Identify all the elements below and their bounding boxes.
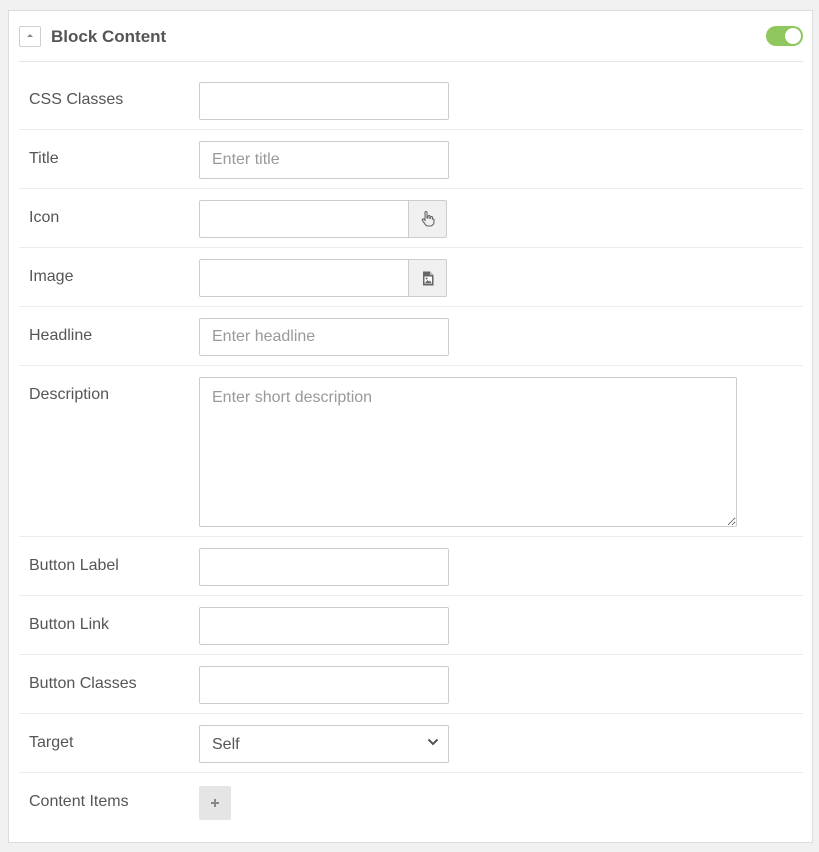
icon-picker-button[interactable] (408, 200, 447, 238)
headline-label: Headline (29, 327, 93, 344)
css-classes-label: CSS Classes (29, 91, 124, 108)
content-items-label: Content Items (29, 793, 129, 810)
row-content-items: Content Items (19, 773, 803, 843)
target-label: Target (29, 734, 74, 751)
panel-title: Block Content (51, 27, 167, 46)
description-label: Description (29, 386, 110, 403)
button-classes-input[interactable] (199, 666, 449, 704)
image-picker-button[interactable] (408, 259, 447, 297)
image-label: Image (29, 268, 74, 285)
button-classes-label: Button Classes (29, 675, 137, 692)
row-button-label: Button Label (19, 537, 803, 596)
title-input[interactable] (199, 141, 449, 179)
title-label: Title (29, 150, 59, 167)
image-input-group (199, 259, 447, 297)
target-select[interactable]: Self (199, 725, 449, 763)
row-css-classes: CSS Classes (19, 62, 803, 130)
block-content-panel: Block Content CSS Classes Title Icon Ima… (8, 10, 813, 843)
icon-input[interactable] (199, 200, 409, 238)
row-image: Image (19, 248, 803, 307)
hand-pointer-icon (421, 211, 435, 227)
enable-toggle[interactable] (766, 26, 803, 46)
row-headline: Headline (19, 307, 803, 366)
icon-label: Icon (29, 209, 60, 226)
row-title: Title (19, 130, 803, 189)
button-label-input[interactable] (199, 548, 449, 586)
row-target: Target Self (19, 714, 803, 773)
row-button-classes: Button Classes (19, 655, 803, 714)
image-input[interactable] (199, 259, 409, 297)
row-button-link: Button Link (19, 596, 803, 655)
image-file-icon (422, 271, 433, 285)
row-description: Description (19, 366, 803, 537)
button-label-label: Button Label (29, 557, 119, 574)
icon-input-group (199, 200, 447, 238)
caret-up-icon (27, 34, 33, 37)
css-classes-input[interactable] (199, 82, 449, 120)
chevron-down-icon (427, 738, 439, 746)
headline-input[interactable] (199, 318, 449, 356)
target-selected-value: Self (212, 736, 240, 753)
plus-icon (211, 799, 219, 807)
toggle-knob (785, 28, 801, 44)
button-link-label: Button Link (29, 616, 110, 633)
button-link-input[interactable] (199, 607, 449, 645)
collapse-button[interactable] (19, 26, 41, 47)
panel-header: Block Content (19, 11, 803, 62)
add-content-item-button[interactable] (199, 786, 231, 820)
description-textarea[interactable] (199, 377, 737, 527)
row-icon: Icon (19, 189, 803, 248)
